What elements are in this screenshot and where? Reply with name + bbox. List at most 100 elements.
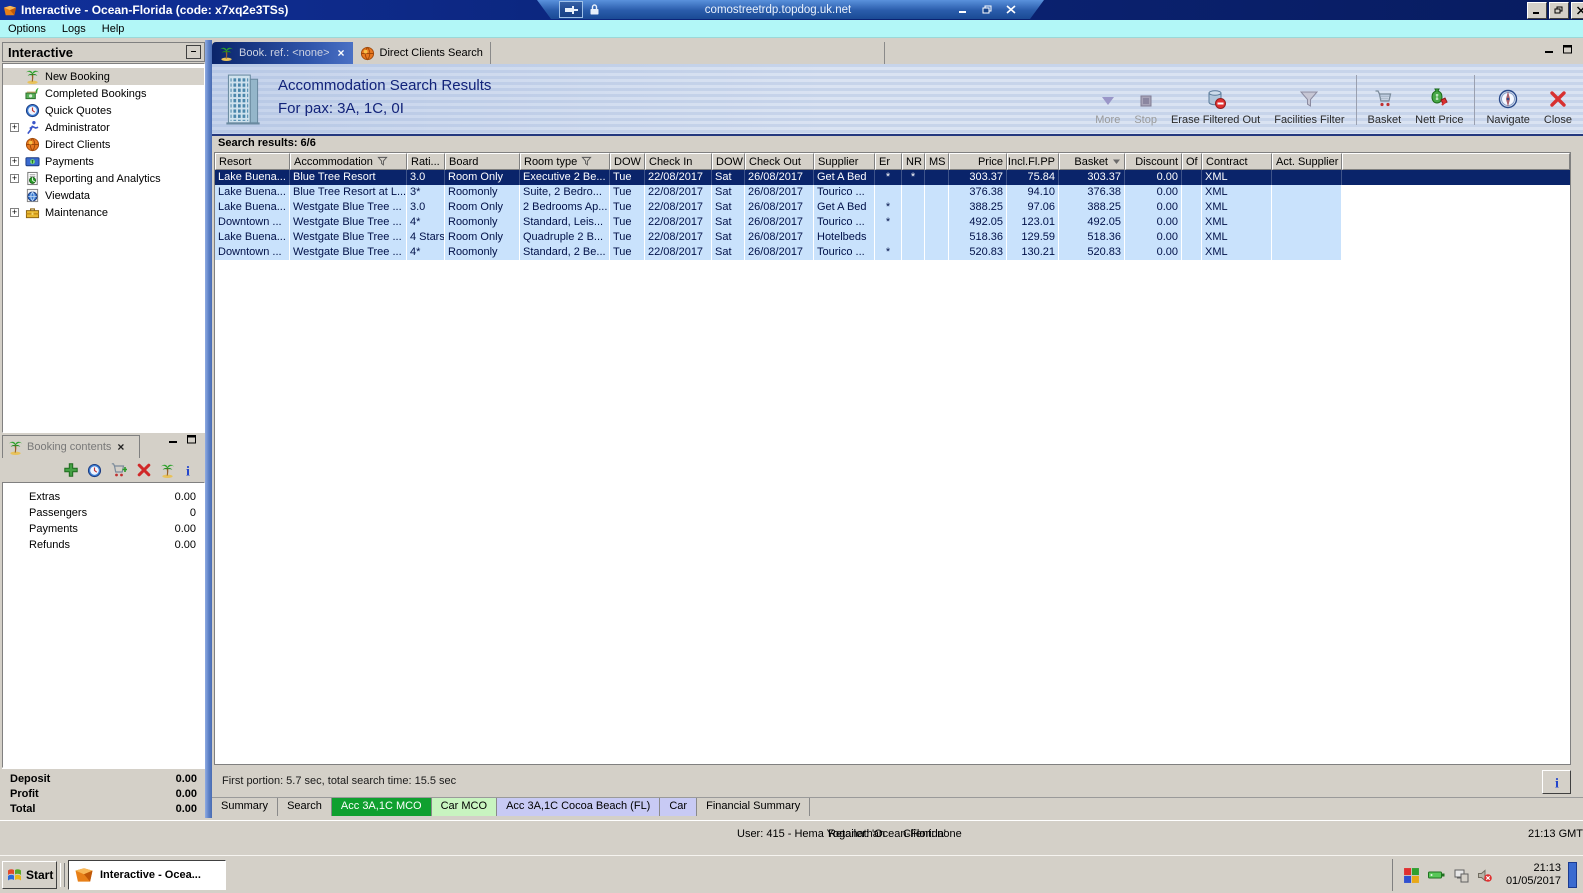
table-row[interactable]: Downtown ... Westgate Blue Tree ... 4* Room… bbox=[215, 215, 1570, 230]
panel-splitter[interactable] bbox=[205, 40, 212, 818]
more-icon bbox=[1098, 91, 1118, 111]
sidebar-item-administrator[interactable]: + Administrator bbox=[3, 119, 204, 136]
sidebar-item-payments[interactable]: + Payments bbox=[3, 153, 204, 170]
facilities-filter-button[interactable]: Facilities Filter bbox=[1267, 72, 1351, 128]
sidebar-item-quick-quotes[interactable]: Quick Quotes bbox=[3, 102, 204, 119]
basket-button[interactable]: Basket bbox=[1361, 72, 1409, 128]
tab-direct-clients-search[interactable]: Direct Clients Search bbox=[353, 42, 491, 64]
menu-help[interactable]: Help bbox=[94, 22, 133, 36]
sidebar-item-maintenance[interactable]: + Maintenance bbox=[3, 204, 204, 221]
info-button[interactable]: i bbox=[1542, 770, 1571, 794]
close-window-button[interactable] bbox=[1571, 2, 1583, 19]
column-header-dow[interactable]: DOW bbox=[610, 153, 645, 170]
minimize-window-button[interactable] bbox=[1527, 2, 1547, 19]
table-row[interactable]: Downtown ... Westgate Blue Tree ... 4* Room… bbox=[215, 245, 1570, 260]
cart-button[interactable] bbox=[110, 462, 128, 478]
column-header-supplier[interactable]: Supplier bbox=[814, 153, 875, 170]
close-tab-button[interactable]: × bbox=[338, 46, 345, 60]
tab-book-ref-none[interactable]: Book. ref.: <none> × bbox=[212, 42, 353, 64]
navigate-button[interactable]: Navigate bbox=[1479, 72, 1536, 128]
network-computer-tray-icon[interactable] bbox=[1453, 868, 1469, 883]
table-row[interactable]: Lake Buena... Blue Tree Resort at L... 3* R… bbox=[215, 185, 1570, 200]
column-header-er[interactable]: Er bbox=[875, 153, 902, 170]
sidebar-item-reporting-and-analytics[interactable]: + Reporting and Analytics bbox=[3, 170, 204, 187]
close-panel-button[interactable]: × bbox=[117, 440, 124, 454]
taskbar-task-button[interactable]: Interactive - Ocea... bbox=[68, 860, 226, 890]
palm-tree-button[interactable] bbox=[160, 463, 175, 478]
nett-price-button[interactable]: Nett Price bbox=[1408, 72, 1470, 128]
column-header-act-supplier[interactable]: Act. Supplier bbox=[1272, 153, 1342, 170]
bottom-tab-acc-3a-1c-cocoa-beach-fl[interactable]: Acc 3A,1C Cocoa Beach (FL) bbox=[497, 798, 661, 816]
col-funnel-icon[interactable] bbox=[377, 156, 388, 167]
maximize-panel-button[interactable] bbox=[186, 434, 197, 444]
rdp-restore-button[interactable] bbox=[980, 3, 994, 16]
minimize-panel-button[interactable] bbox=[168, 434, 179, 444]
volume-muted-tray-icon[interactable] bbox=[1476, 868, 1493, 883]
table-row[interactable]: Lake Buena... Westgate Blue Tree ... 3.0 Ro… bbox=[215, 200, 1570, 215]
column-header-check-in[interactable]: Check In bbox=[645, 153, 712, 170]
column-header-board[interactable]: Board bbox=[445, 153, 520, 170]
table-row[interactable]: Lake Buena... Blue Tree Resort 3.0 Room Onl… bbox=[215, 170, 1570, 185]
restore-window-button[interactable] bbox=[1549, 2, 1569, 19]
rdp-pin-button[interactable] bbox=[559, 1, 583, 18]
column-header-nr[interactable]: NR bbox=[902, 153, 925, 170]
bottom-tab-acc-3a-1c-mco[interactable]: Acc 3A,1C MCO bbox=[331, 798, 432, 816]
info-button[interactable]: i bbox=[183, 463, 193, 478]
col-funnel-icon[interactable] bbox=[581, 156, 592, 167]
column-header-check-out[interactable]: Check Out bbox=[745, 153, 814, 170]
quick-quotes-button[interactable] bbox=[87, 463, 102, 478]
table-row[interactable]: Lake Buena... Westgate Blue Tree ... 4 Sta… bbox=[215, 230, 1570, 245]
menu-logs[interactable]: Logs bbox=[54, 22, 94, 36]
bottom-tab-search[interactable]: Search bbox=[278, 798, 332, 816]
expand-icon[interactable]: + bbox=[10, 174, 19, 183]
rdp-close-button[interactable] bbox=[1004, 3, 1018, 16]
bottom-tab-car-mco[interactable]: Car MCO bbox=[431, 798, 498, 816]
sidebar-item-direct-clients[interactable]: Direct Clients bbox=[3, 136, 204, 153]
network-adapter-tray-icon[interactable] bbox=[1427, 868, 1446, 882]
expand-icon[interactable]: + bbox=[10, 208, 19, 217]
column-header-contract[interactable]: Contract bbox=[1202, 153, 1272, 170]
column-header-label: Accommodation bbox=[294, 155, 373, 168]
close-button[interactable]: Close bbox=[1537, 72, 1579, 128]
column-header-discount[interactable]: Discount bbox=[1125, 153, 1182, 170]
sidebar-item-viewdata[interactable]: Viewdata bbox=[3, 187, 204, 204]
bottom-tabstrip: Summary Search Acc 3A,1C MCO Car MCO Acc 3A,… bbox=[212, 797, 1583, 816]
bottom-tab-summary[interactable]: Summary bbox=[212, 798, 279, 816]
antivirus-tray-icon[interactable] bbox=[1403, 867, 1420, 884]
column-header-ms[interactable]: MS bbox=[925, 153, 949, 170]
expand-icon[interactable]: + bbox=[10, 123, 19, 132]
table-cell: 3* bbox=[407, 185, 445, 200]
expand-icon[interactable]: + bbox=[10, 157, 19, 166]
sort-drop-icon[interactable] bbox=[1112, 157, 1121, 166]
rdp-minimize-button[interactable] bbox=[956, 3, 970, 16]
column-header-accommodation[interactable]: Accommodation bbox=[290, 153, 407, 170]
bottom-tab-car[interactable]: Car bbox=[660, 798, 698, 816]
add-icon bbox=[63, 462, 79, 478]
column-header-incl-fl-pp[interactable]: Incl.Fl.PP bbox=[1007, 153, 1059, 170]
booking-contents-tab[interactable]: Booking contents × bbox=[2, 435, 140, 458]
close-icon bbox=[1006, 5, 1016, 14]
column-header-room-type[interactable]: Room type bbox=[520, 153, 610, 170]
add-button[interactable] bbox=[63, 462, 79, 478]
maximize-panel-button[interactable] bbox=[1562, 44, 1573, 54]
column-header-dow[interactable]: DOW bbox=[712, 153, 745, 170]
column-header-rati[interactable]: Rati... bbox=[407, 153, 445, 170]
collapse-sidebar-button[interactable]: – bbox=[186, 45, 201, 59]
column-header-of[interactable]: Of bbox=[1182, 153, 1202, 170]
minimize-panel-button[interactable] bbox=[1544, 44, 1555, 54]
delete-button[interactable] bbox=[136, 462, 152, 478]
sidebar-item-completed-bookings[interactable]: Completed Bookings bbox=[3, 85, 204, 102]
menu-options[interactable]: Options bbox=[0, 22, 54, 36]
column-header-price[interactable]: Price bbox=[949, 153, 1007, 170]
tray-edge-icon[interactable] bbox=[1568, 862, 1577, 888]
taskbar-grip[interactable] bbox=[60, 863, 65, 887]
column-header-basket[interactable]: Basket bbox=[1059, 153, 1125, 170]
start-button[interactable]: Start bbox=[2, 861, 57, 889]
column-header-label: Basket bbox=[1074, 155, 1108, 168]
erase-filtered-out-button[interactable]: Erase Filtered Out bbox=[1164, 72, 1267, 128]
sidebar-panel: Interactive – New Booking Completed Booki… bbox=[2, 40, 205, 433]
column-header-resort[interactable]: Resort bbox=[215, 153, 290, 170]
bottom-tab-financial-summary[interactable]: Financial Summary bbox=[697, 798, 811, 816]
sidebar-item-new-booking[interactable]: New Booking bbox=[3, 68, 204, 85]
table-cell: Blue Tree Resort bbox=[290, 170, 407, 185]
